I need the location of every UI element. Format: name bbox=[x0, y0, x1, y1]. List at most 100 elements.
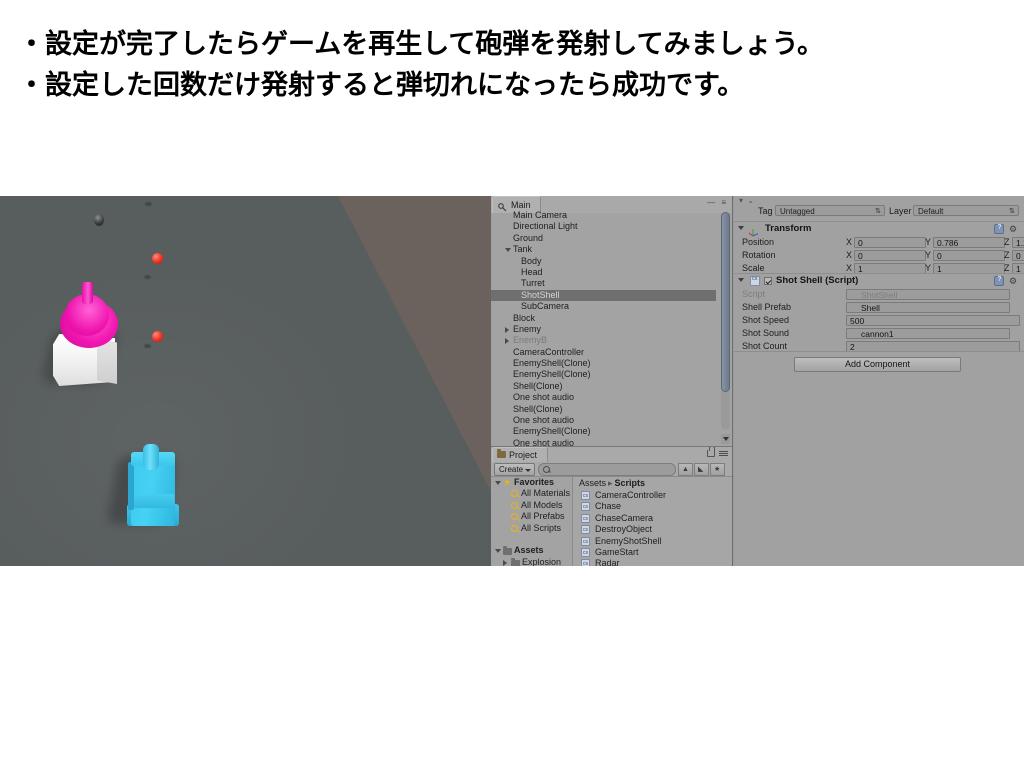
breadcrumb[interactable]: Assets ▸ Scripts bbox=[579, 478, 645, 489]
filter-by-type-button[interactable]: ▲ bbox=[678, 463, 693, 476]
project-toolbar[interactable]: Create ▲ ◣ ★ bbox=[491, 462, 732, 477]
project-favorite-item[interactable]: All Materials bbox=[491, 488, 572, 499]
transform-rotation-x-input[interactable]: 0 bbox=[854, 250, 926, 261]
hierarchy-item-shell-clone[interactable]: Shell(Clone) bbox=[491, 404, 716, 415]
breadcrumb-assets[interactable]: Assets bbox=[579, 478, 606, 488]
hierarchy-item-label: Enemy bbox=[513, 323, 542, 334]
hierarchy-item-directional-light[interactable]: Directional Light bbox=[491, 221, 716, 232]
add-component-button[interactable]: Add Component bbox=[794, 357, 961, 372]
lock-icon[interactable] bbox=[707, 447, 715, 457]
script-icon bbox=[750, 276, 760, 286]
project-search-input[interactable] bbox=[538, 463, 676, 476]
project-file-item[interactable]: EnemyShotShell bbox=[573, 536, 732, 548]
tag-dropdown[interactable]: Untagged ⇅ bbox=[775, 205, 885, 216]
collapse-triangle-icon[interactable] bbox=[503, 559, 507, 566]
hierarchy-item-block[interactable]: Block bbox=[491, 313, 716, 324]
hierarchy-scrollbar[interactable] bbox=[721, 212, 730, 430]
enemy-tank bbox=[40, 282, 125, 386]
gear-icon[interactable]: ⚙ bbox=[1009, 224, 1019, 234]
hierarchy-item-turret[interactable]: Turret bbox=[491, 278, 716, 289]
hierarchy-item-label: One shot audio bbox=[513, 437, 575, 446]
hierarchy-item-one-shot-audio[interactable]: One shot audio bbox=[491, 438, 716, 446]
help-icon[interactable] bbox=[994, 276, 1004, 286]
project-panel[interactable]: Project Create ▲ ◣ ★ ★ Favorites All Mat… bbox=[491, 446, 733, 566]
hierarchy-panel-menu[interactable]: — ≡ bbox=[707, 198, 728, 207]
shotshell-shell-prefab-input[interactable]: Shell bbox=[846, 302, 1010, 313]
project-file-item[interactable]: Radar bbox=[573, 558, 732, 566]
inspector-panel[interactable]: ▾ ⌄ Tag Untagged ⇅ Layer Default ⇅ Trans… bbox=[734, 196, 1024, 566]
transform-rotation-z-input[interactable]: 0 bbox=[1012, 250, 1024, 261]
project-assets-root[interactable]: Assets bbox=[491, 545, 572, 556]
script-icon bbox=[581, 491, 590, 502]
axis-z-label: Z bbox=[1004, 237, 1010, 247]
axis-z-label: Z bbox=[1004, 250, 1010, 260]
component-enabled-checkbox[interactable] bbox=[764, 277, 772, 285]
breadcrumb-scripts[interactable]: Scripts bbox=[615, 478, 646, 488]
hierarchy-item-one-shot-audio[interactable]: One shot audio bbox=[491, 415, 716, 426]
project-file-item[interactable]: GameStart bbox=[573, 547, 732, 559]
gear-icon[interactable]: ⚙ bbox=[1009, 276, 1019, 286]
expand-triangle-icon[interactable] bbox=[505, 248, 511, 253]
shotshell-shot-sound-input[interactable]: cannon1 bbox=[846, 328, 1010, 339]
project-favorite-item[interactable]: All Prefabs bbox=[491, 511, 572, 522]
project-tab[interactable]: Project bbox=[492, 447, 549, 462]
game-view[interactable] bbox=[0, 196, 491, 566]
hierarchy-item-enemy[interactable]: Enemy bbox=[491, 324, 716, 335]
hierarchy-item-enemyshell-clone[interactable]: EnemyShell(Clone) bbox=[491, 369, 716, 380]
expand-triangle-icon[interactable] bbox=[495, 549, 501, 554]
hierarchy-item-subcamera[interactable]: SubCamera bbox=[491, 301, 716, 312]
hierarchy-item-cameracontroller[interactable]: CameraController bbox=[491, 347, 716, 358]
collapse-triangle-icon[interactable] bbox=[505, 338, 509, 345]
help-icon[interactable] bbox=[994, 224, 1004, 234]
create-button[interactable]: Create bbox=[494, 463, 536, 476]
hierarchy-item-tank[interactable]: Tank bbox=[491, 244, 716, 255]
hierarchy-item-head[interactable]: Head bbox=[491, 267, 716, 278]
hierarchy-item-label: Head bbox=[521, 266, 543, 277]
hierarchy-scroll-down-icon[interactable] bbox=[721, 434, 730, 444]
project-favorite-item[interactable]: All Scripts bbox=[491, 523, 572, 534]
transform-position-x-input[interactable]: 0 bbox=[854, 237, 926, 248]
collapse-triangle-icon[interactable] bbox=[505, 326, 509, 333]
shotshell-shot-speed-input[interactable]: 500 bbox=[846, 315, 1020, 326]
hierarchy-scrollbar-thumb[interactable] bbox=[721, 212, 730, 392]
star-icon: ★ bbox=[503, 477, 512, 487]
hierarchy-item-enemyshell-clone[interactable]: EnemyShell(Clone) bbox=[491, 358, 716, 369]
expand-triangle-icon[interactable] bbox=[495, 481, 501, 485]
hierarchy-item-ground[interactable]: Ground bbox=[491, 233, 716, 244]
hierarchy-item-label: Shell(Clone) bbox=[513, 380, 563, 391]
project-file-item[interactable]: Chase bbox=[573, 501, 732, 514]
hierarchy-item-one-shot-audio[interactable]: One shot audio bbox=[491, 392, 716, 403]
transform-position-z-input[interactable]: 1.26 bbox=[1012, 237, 1024, 248]
project-favorite-item[interactable]: All Models bbox=[491, 500, 572, 511]
save-favorite-button[interactable]: ★ bbox=[710, 463, 725, 476]
collapse-triangle-icon[interactable] bbox=[738, 226, 744, 230]
project-file-item[interactable]: DestroyObject bbox=[573, 524, 732, 537]
project-favorites-root[interactable]: ★ Favorites bbox=[491, 477, 572, 488]
shotshell-script-label: Script bbox=[742, 289, 766, 299]
project-file-item[interactable]: ChaseCamera bbox=[573, 513, 732, 525]
hierarchy-item-shotshell[interactable]: ShotShell bbox=[491, 289, 716, 302]
hierarchy-item-label: Directional Light bbox=[513, 221, 578, 232]
hierarchy-panel[interactable]: Main — ≡ Main Camera Directional Light Gro… bbox=[491, 196, 733, 446]
hierarchy-item-body[interactable]: Body bbox=[491, 256, 716, 267]
hierarchy-list[interactable]: Main Camera Directional Light Ground Tank Bo… bbox=[491, 210, 716, 446]
transform-rotation-y-input[interactable]: 0 bbox=[933, 250, 1005, 261]
axis-x-label: X bbox=[846, 237, 853, 247]
layer-dropdown[interactable]: Default ⇅ bbox=[913, 205, 1019, 216]
hierarchy-item-enemyshell-clone[interactable]: EnemyShell(Clone) bbox=[491, 426, 716, 437]
shotshell-component-header[interactable]: Shot Shell (Script) ⚙ bbox=[734, 273, 1024, 288]
project-assets-child-label: Explosion bbox=[522, 556, 562, 566]
shotshell-script-input[interactable]: ShotShell bbox=[846, 289, 1010, 300]
project-tree[interactable]: ★ Favorites All Materials All Models All Pre… bbox=[491, 477, 573, 566]
transform-component-header[interactable]: Transform ⚙ bbox=[734, 221, 1024, 237]
hierarchy-item-enemyb[interactable]: EnemyB bbox=[491, 335, 716, 346]
filter-by-label-button[interactable]: ◣ bbox=[694, 463, 709, 476]
project-assets-child[interactable]: Explosion bbox=[491, 557, 572, 566]
hierarchy-item-main-camera[interactable]: Main Camera bbox=[491, 210, 716, 221]
hierarchy-item-shell-clone[interactable]: Shell(Clone) bbox=[491, 381, 716, 392]
transform-position-y-input[interactable]: 0.786 bbox=[933, 237, 1005, 248]
project-file-item[interactable]: CameraController bbox=[573, 490, 732, 502]
project-file-list[interactable]: Assets▸Scripts CameraControllerChaseChas… bbox=[573, 477, 732, 566]
panel-menu-icon[interactable] bbox=[719, 451, 728, 457]
collapse-triangle-icon[interactable] bbox=[738, 278, 744, 282]
